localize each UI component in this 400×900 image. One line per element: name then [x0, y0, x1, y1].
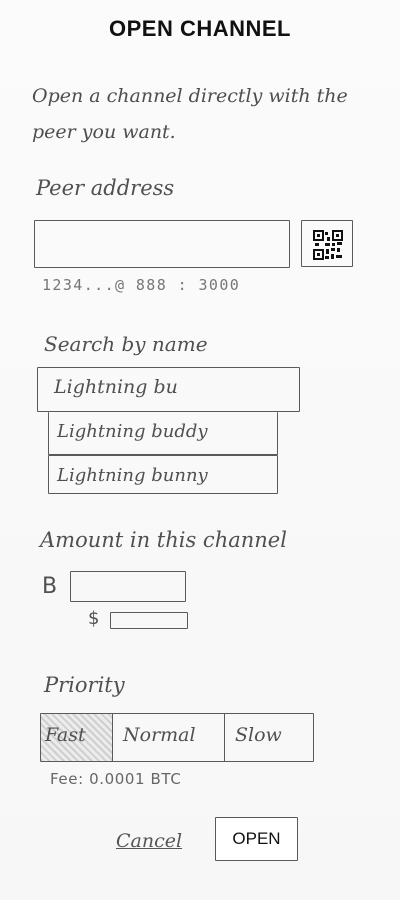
intro-text: Open a channel directly with the peer yo… [32, 85, 348, 143]
peer-address-input[interactable] [34, 220, 290, 268]
priority-segmented-control: Fast Normal Slow [40, 713, 314, 762]
priority-option-fast[interactable]: Fast [41, 714, 113, 761]
suggestion-item[interactable]: Lightning bunny [48, 455, 278, 494]
priority-option-label: Normal [123, 724, 196, 746]
priority-option-slow[interactable]: Slow [225, 714, 313, 761]
priority-option-normal[interactable]: Normal [113, 714, 225, 761]
scan-qr-button[interactable] [301, 220, 353, 267]
usd-amount-input[interactable] [110, 612, 188, 629]
page-title: OPEN CHANNEL [108, 16, 291, 41]
suggestion-label: Lightning bunny [57, 465, 208, 486]
peer-address-hint: 1234...@ 888 : 3000 [42, 276, 241, 294]
priority-option-label: Fast [45, 724, 86, 746]
search-by-name-label: Search by name [44, 332, 208, 356]
priority-label: Priority [44, 673, 125, 697]
amount-label: Amount in this channel [40, 528, 287, 552]
dollar-icon: $ [88, 608, 100, 629]
suggestion-item[interactable]: Lightning buddy [48, 412, 278, 455]
open-channel-button[interactable]: OPEN [215, 817, 298, 861]
suggestion-label: Lightning buddy [57, 421, 208, 442]
peer-address-label: Peer address [36, 176, 175, 200]
priority-option-label: Slow [235, 724, 282, 746]
search-input-value: Lightning bu [54, 376, 178, 398]
qr-code-icon [313, 230, 343, 260]
bitcoin-icon: B [42, 574, 58, 599]
btc-amount-input[interactable] [70, 571, 186, 602]
cancel-link[interactable]: Cancel [116, 830, 182, 852]
fee-estimate: Fee: 0.0001 BTC [50, 770, 182, 788]
